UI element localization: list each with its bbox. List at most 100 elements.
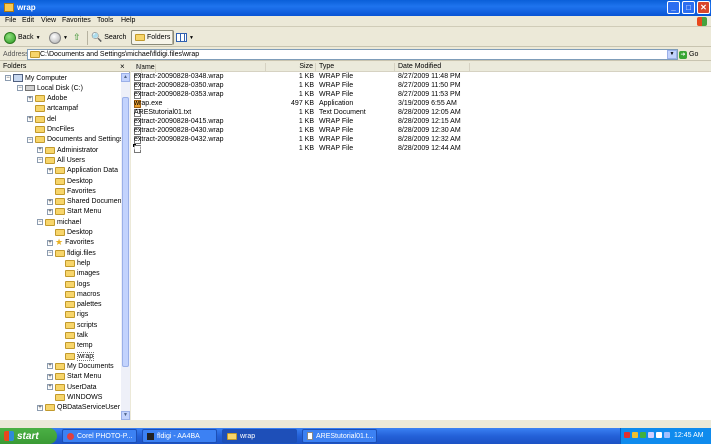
collapse-icon[interactable]: − bbox=[27, 136, 33, 143]
tree-item[interactable]: Desktop bbox=[47, 228, 93, 238]
tree-item[interactable]: logs bbox=[57, 279, 90, 289]
task-label: Corel PHOTO-P... bbox=[77, 432, 133, 440]
expand-icon[interactable]: + bbox=[37, 404, 43, 411]
close-button[interactable]: ✕ bbox=[697, 1, 710, 14]
forward-button[interactable]: ▼ bbox=[49, 30, 68, 45]
collapse-icon[interactable]: − bbox=[37, 157, 43, 164]
collapse-icon[interactable]: − bbox=[37, 219, 43, 226]
tree-item[interactable]: talk bbox=[57, 331, 88, 341]
file-row[interactable]: extract-20090828-0353.wrap 1 KB WRAP File 8… bbox=[131, 91, 711, 100]
tree-item[interactable]: Favorites bbox=[47, 186, 96, 196]
tree-item[interactable]: palettes bbox=[57, 300, 102, 310]
tree-item[interactable]: − fldigi.files bbox=[47, 248, 96, 258]
tree-item[interactable]: − All Users bbox=[37, 155, 85, 165]
tree-item[interactable]: + Start Menu bbox=[47, 207, 101, 217]
title-bar[interactable]: wrap _ □ ✕ bbox=[0, 0, 711, 16]
column-name[interactable]: Name ▲ bbox=[136, 63, 266, 73]
tree-item[interactable]: + Application Data bbox=[47, 166, 118, 176]
tray-network-icon[interactable] bbox=[640, 432, 646, 438]
scrollbar-thumb[interactable] bbox=[122, 97, 129, 367]
tree-item[interactable]: Desktop bbox=[47, 176, 93, 186]
tree-item[interactable]: + Adobe bbox=[27, 94, 67, 104]
tree-item[interactable]: + Shared Documents bbox=[47, 197, 121, 207]
search-button[interactable]: 🔍 Search bbox=[91, 30, 126, 45]
address-input[interactable]: C:\Documents and Settings\michael\fldigi… bbox=[27, 49, 678, 60]
column-date-modified[interactable]: Date Modified bbox=[396, 63, 470, 72]
tray-display-icon[interactable] bbox=[656, 432, 662, 438]
scroll-up-icon[interactable]: ▲ bbox=[121, 73, 130, 82]
column-size[interactable]: Size bbox=[266, 63, 316, 72]
tree-item[interactable]: + del bbox=[27, 114, 56, 124]
tray-shield-icon[interactable] bbox=[632, 432, 638, 438]
file-row[interactable]: extract-20090828-0430.wrap 1 KB WRAP File 8… bbox=[131, 127, 711, 136]
tree-item[interactable]: artcampaf bbox=[27, 104, 78, 114]
menu-view[interactable]: View bbox=[41, 17, 56, 24]
tree-item[interactable]: + QBDataServiceUser bbox=[37, 403, 120, 413]
back-button[interactable]: Back ▼ bbox=[4, 30, 41, 45]
tree-item[interactable]: + My Documents bbox=[47, 361, 114, 371]
tree-item[interactable]: wrap bbox=[57, 351, 95, 361]
expand-icon[interactable]: + bbox=[47, 363, 53, 370]
task-arestutorial[interactable]: AREStutorial01.t... bbox=[302, 429, 377, 443]
tree-item[interactable]: temp bbox=[57, 341, 93, 351]
address-dropdown-icon[interactable]: ▼ bbox=[667, 50, 677, 59]
collapse-icon[interactable]: − bbox=[47, 250, 53, 257]
tray-volume-icon[interactable] bbox=[648, 432, 654, 438]
tree-item[interactable]: + Start Menu bbox=[47, 372, 101, 382]
scroll-down-icon[interactable]: ▼ bbox=[121, 411, 130, 420]
close-pane-icon[interactable]: × bbox=[120, 62, 125, 71]
folders-scrollbar[interactable]: ▲ ▼ bbox=[121, 73, 130, 420]
expand-icon[interactable]: + bbox=[47, 239, 53, 246]
tree-item[interactable]: − Documents and Settings bbox=[27, 135, 121, 145]
column-type[interactable]: Type bbox=[317, 63, 395, 72]
tree-item[interactable]: + UserData bbox=[47, 382, 97, 392]
tree-item[interactable]: rigs bbox=[57, 310, 88, 320]
tree-item[interactable]: WINDOWS bbox=[47, 392, 102, 402]
maximize-button[interactable]: □ bbox=[682, 1, 695, 14]
expand-icon[interactable]: + bbox=[37, 147, 43, 154]
start-button[interactable]: start bbox=[0, 428, 57, 444]
expand-icon[interactable]: + bbox=[47, 373, 53, 380]
menu-favorites[interactable]: Favorites bbox=[62, 17, 91, 24]
expand-icon[interactable]: + bbox=[47, 384, 53, 390]
expand-icon[interactable]: + bbox=[47, 167, 53, 174]
task-wrap[interactable]: wrap bbox=[222, 429, 297, 443]
expand-icon[interactable]: + bbox=[47, 198, 53, 205]
tray-security-icon[interactable] bbox=[624, 432, 630, 438]
file-row[interactable]: extract-20090828-0350.wrap 1 KB WRAP File 8… bbox=[131, 82, 711, 91]
tree-item[interactable]: images bbox=[57, 269, 100, 279]
go-button[interactable]: ➜ Go bbox=[679, 49, 698, 60]
up-folder-button[interactable]: ⇧ bbox=[73, 30, 81, 45]
collapse-icon[interactable]: − bbox=[5, 75, 11, 81]
tree-item[interactable]: − My Computer bbox=[5, 73, 67, 83]
tray-monitor-icon[interactable] bbox=[664, 432, 670, 438]
menu-edit[interactable]: Edit bbox=[22, 17, 34, 24]
tree-item[interactable]: macros bbox=[57, 289, 100, 299]
menu-file[interactable]: File bbox=[5, 17, 16, 24]
views-button[interactable]: ▼ bbox=[176, 30, 194, 45]
tree-item[interactable]: − michael bbox=[37, 217, 81, 227]
expand-icon[interactable]: + bbox=[27, 95, 33, 102]
folders-button[interactable]: Folders bbox=[131, 30, 175, 45]
expand-icon[interactable]: + bbox=[47, 208, 53, 215]
file-row[interactable]: wrap.exe 497 KB Application 3/19/2009 6:55 … bbox=[131, 100, 711, 109]
file-row[interactable]: extract-20090828-0444.wrap 1 KB WRAP File 8… bbox=[131, 145, 711, 154]
menu-tools[interactable]: Tools bbox=[97, 17, 113, 24]
tree-item[interactable]: help bbox=[57, 258, 90, 268]
menu-help[interactable]: Help bbox=[121, 17, 135, 24]
file-row[interactable]: extract-20090828-0432.wrap 1 KB WRAP File 8… bbox=[131, 136, 711, 145]
expand-icon[interactable]: + bbox=[27, 116, 33, 123]
file-row[interactable]: AREStutorial01.txt 1 KB Text Document 8/28/… bbox=[131, 109, 711, 118]
file-row[interactable]: extract-20090828-0348.wrap 1 KB WRAP File 8… bbox=[131, 73, 711, 82]
tree-item[interactable]: + ★ Favorites bbox=[47, 238, 94, 248]
tree-item-label: scripts bbox=[77, 321, 98, 329]
tree-item[interactable]: + Administrator bbox=[37, 145, 98, 155]
collapse-icon[interactable]: − bbox=[17, 85, 23, 92]
tree-item[interactable]: − Local Disk (C:) bbox=[17, 83, 83, 93]
file-row[interactable]: extract-20090828-0415.wrap 1 KB WRAP File 8… bbox=[131, 118, 711, 127]
minimize-button[interactable]: _ bbox=[667, 1, 680, 14]
tree-item[interactable]: DncFiles bbox=[27, 125, 74, 135]
tree-item[interactable]: scripts bbox=[57, 320, 97, 330]
task-corel[interactable]: Corel PHOTO-P... bbox=[62, 429, 137, 443]
task-fldigi[interactable]: fldigi - AA4BA bbox=[142, 429, 217, 443]
